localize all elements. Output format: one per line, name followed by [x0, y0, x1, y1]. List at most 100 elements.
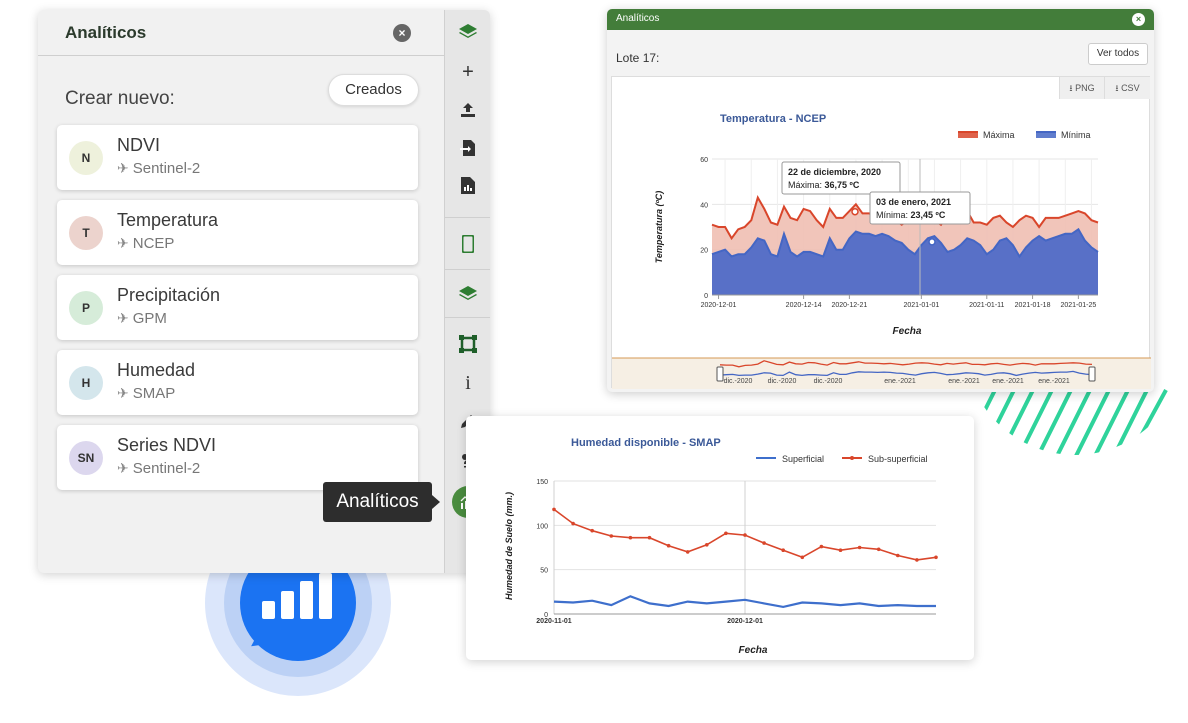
- mobile-icon[interactable]: [445, 226, 490, 262]
- data-point: [934, 555, 938, 560]
- tooltip-value: Máxima: 36,75 ºC: [788, 180, 860, 190]
- tooltip-date: 22 de diciembre, 2020: [788, 167, 881, 177]
- x-tick-label: 2021-01-01: [903, 302, 939, 309]
- avatar: N: [69, 141, 103, 175]
- layers-icon[interactable]: [445, 14, 490, 50]
- y-tick-label: 0: [704, 293, 708, 300]
- x-axis-label: Fecha: [739, 645, 768, 656]
- layers-icon[interactable]: [445, 276, 490, 312]
- data-point: [915, 558, 919, 562]
- close-icon[interactable]: ×: [393, 24, 411, 42]
- x-tick-label: 2020-11-01: [536, 618, 572, 625]
- analytics-card[interactable]: T Temperatura ✈ NCEP: [57, 200, 418, 265]
- data-point: [819, 544, 824, 549]
- card-title: Humedad: [117, 360, 196, 380]
- report-icon[interactable]: [445, 168, 490, 204]
- analytics-window: Analíticos × Lote 17: Ver todos ⭳ PNG ⭳ …: [607, 9, 1154, 392]
- satellite-icon: ✈: [117, 460, 129, 476]
- avatar: H: [69, 366, 103, 400]
- navigator-label: dic.-2020: [814, 378, 843, 385]
- navigator-handle: [716, 366, 724, 382]
- source-label: SMAP: [132, 385, 176, 402]
- window-titlebar: Analíticos ×: [607, 9, 1154, 30]
- x-tick-label: 2020-12-01: [701, 302, 737, 309]
- window-title: Analíticos: [616, 13, 660, 24]
- panel-title: Analíticos: [65, 23, 147, 42]
- legend-label: Sub-superficial: [868, 454, 928, 464]
- satellite-icon: ✈: [117, 235, 129, 251]
- x-tick-label: 2020-12-14: [786, 302, 822, 309]
- source-label: Sentinel-2: [132, 460, 201, 477]
- x-tick-label: 2020-12-21: [831, 302, 867, 309]
- data-point: [552, 507, 556, 512]
- y-axis-label: Humedad de Suelo (mm.): [504, 492, 514, 600]
- analytics-card[interactable]: P Precipitación ✈ GPM: [57, 275, 418, 340]
- stage: Analíticos × Crear nuevo: Creados N NDVI ✈…: [0, 0, 1188, 723]
- y-tick-label: 100: [536, 523, 548, 530]
- temperature-chart: Temperatura - NCEP Máxima Mínima 0 20 40 60 202…: [612, 113, 1151, 389]
- tooltip-value: Mínima: 23,45 ºC: [876, 210, 946, 220]
- navigator-label: ene.-2021: [992, 378, 1024, 385]
- analytics-tooltip: Analíticos: [323, 482, 440, 522]
- y-tick-label: 60: [700, 157, 708, 164]
- analytics-card[interactable]: H Humedad ✈ SMAP: [57, 350, 418, 415]
- chart-title: Temperatura - NCEP: [720, 113, 826, 125]
- toolbar-group-main: +: [445, 10, 490, 218]
- y-tick-label: 50: [540, 568, 548, 575]
- data-point: [590, 528, 594, 533]
- y-axis-label: Temperatura (ºC): [654, 191, 664, 263]
- data-point: [685, 550, 690, 554]
- export-png-button[interactable]: ⭳ PNG: [1059, 77, 1104, 99]
- card-source: ✈ Sentinel-2: [117, 160, 200, 177]
- card-title: NDVI: [117, 135, 161, 155]
- satellite-icon: ✈: [117, 310, 129, 326]
- legend-label: Superficial: [782, 454, 824, 464]
- card-title: Temperatura: [117, 210, 219, 230]
- navigator-label: dic.-2020: [768, 378, 797, 385]
- data-point: [666, 543, 671, 548]
- navigator-handle: [1088, 366, 1096, 382]
- card-source: ✈ NCEP: [117, 235, 174, 252]
- data-point: [876, 547, 881, 552]
- tooltip-date: 03 de enero, 2021: [876, 197, 951, 207]
- close-icon[interactable]: ×: [1132, 13, 1145, 26]
- card-title: Precipitación: [117, 285, 221, 305]
- navigator-label: ene.-2021: [948, 378, 980, 385]
- avatar: SN: [69, 441, 103, 475]
- data-point: [743, 533, 747, 537]
- toolbar-group-layers: [445, 270, 490, 318]
- x-tick-label: 2021-01-18: [1015, 302, 1051, 309]
- create-new-label: Crear nuevo:: [65, 88, 175, 109]
- hover-point-max: [851, 207, 859, 216]
- legend-label: Máxima: [983, 130, 1015, 140]
- x-tick-label: 2021-01-25: [1060, 302, 1096, 309]
- data-point: [896, 553, 900, 558]
- bar-chart-icon: [262, 573, 332, 619]
- y-tick-label: 20: [700, 248, 708, 255]
- export-png-label: PNG: [1075, 83, 1095, 93]
- import-file-icon[interactable]: [445, 130, 490, 166]
- card-source: ✈ GPM: [117, 310, 167, 327]
- legend-marker: [850, 456, 854, 460]
- view-all-button[interactable]: Ver todos: [1088, 43, 1148, 65]
- source-label: GPM: [132, 310, 167, 327]
- x-tick-label: 2020-12-01: [727, 618, 763, 625]
- avatar: P: [69, 291, 103, 325]
- upload-icon[interactable]: [445, 92, 490, 128]
- info-icon[interactable]: i: [445, 365, 490, 401]
- add-icon[interactable]: +: [445, 54, 490, 90]
- data-point: [628, 535, 633, 540]
- analytics-card[interactable]: N NDVI ✈ Sentinel-2: [57, 125, 418, 190]
- temperature-chart-container: ⭳ PNG ⭳ CSV Temperatura - NCEP Máxima Míni…: [611, 76, 1151, 389]
- humidity-chart: Humedad disponible - SMAP Superficial Sub-…: [504, 437, 938, 656]
- created-button[interactable]: Creados: [328, 74, 419, 106]
- polygon-icon[interactable]: [445, 326, 490, 362]
- satellite-icon: ✈: [117, 160, 129, 176]
- data-point: [724, 531, 728, 536]
- chart-title: Humedad disponible - SMAP: [571, 437, 721, 449]
- toolbar-group-mobile: [445, 218, 490, 270]
- export-csv-button[interactable]: ⭳ CSV: [1104, 77, 1150, 99]
- navigator-label: dic.-2020: [724, 378, 753, 385]
- data-point: [609, 534, 614, 538]
- analytics-card[interactable]: SN Series NDVI ✈ Sentinel-2: [57, 425, 418, 490]
